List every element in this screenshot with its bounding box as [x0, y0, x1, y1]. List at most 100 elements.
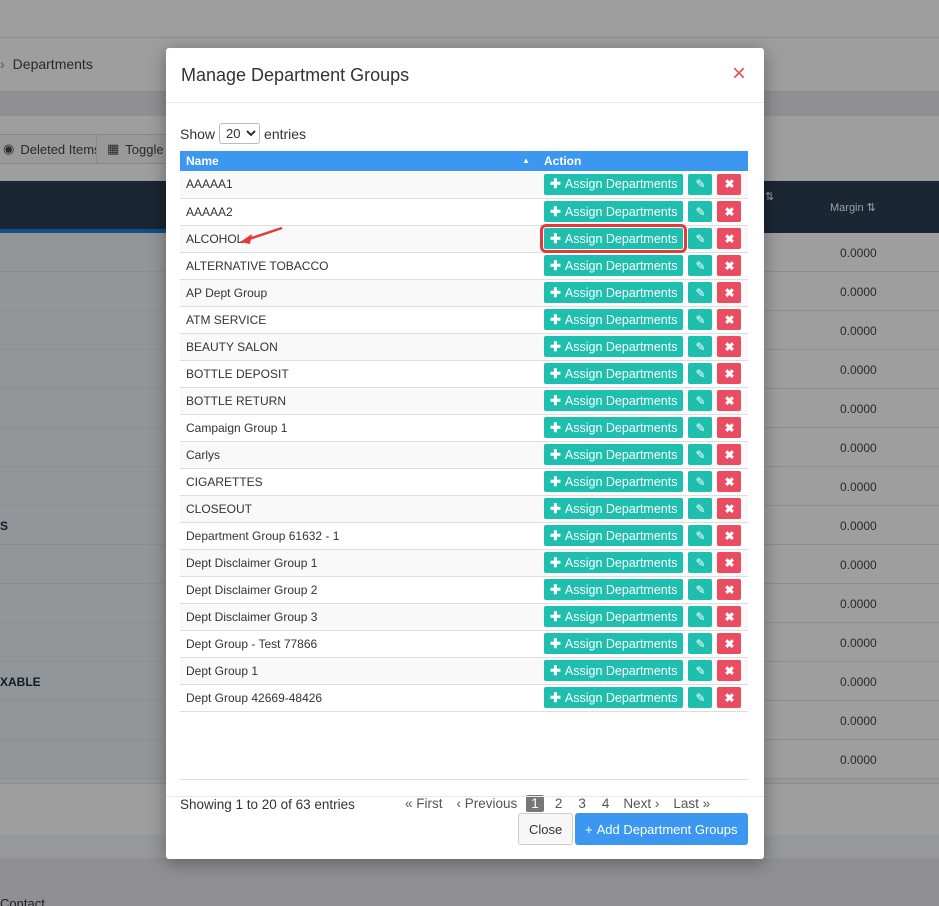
- edit-button[interactable]: ✎: [688, 498, 713, 519]
- assign-departments-button[interactable]: ✚ Assign Departments: [539, 224, 688, 253]
- group-name: AP Dept Group: [180, 279, 538, 307]
- delete-button[interactable]: ✖: [717, 579, 742, 600]
- edit-button[interactable]: ✎: [688, 633, 713, 654]
- x-icon: ✖: [724, 420, 735, 435]
- group-name: AAAAA2: [180, 198, 538, 226]
- edit-button[interactable]: ✎: [688, 309, 713, 330]
- delete-button[interactable]: ✖: [717, 390, 742, 411]
- row-actions: ✚ Assign Departments ✎ ✖: [538, 495, 748, 523]
- delete-button[interactable]: ✖: [717, 552, 742, 573]
- assign-departments-button[interactable]: ✚ Assign Departments: [544, 282, 684, 303]
- edit-button[interactable]: ✎: [688, 363, 713, 384]
- assign-departments-button[interactable]: ✚ Assign Departments: [544, 660, 684, 681]
- assign-departments-button[interactable]: ✚ Assign Departments: [544, 606, 684, 627]
- edit-button[interactable]: ✎: [688, 552, 713, 573]
- row-actions: ✚ Assign Departments ✎ ✖: [538, 468, 748, 496]
- delete-button[interactable]: ✖: [717, 363, 742, 384]
- edit-button[interactable]: ✎: [688, 471, 713, 492]
- table-divider: [180, 779, 748, 780]
- add-department-groups-button[interactable]: + Add Department Groups: [575, 813, 748, 845]
- plus-icon: ✚: [550, 365, 561, 381]
- edit-button[interactable]: ✎: [688, 660, 713, 681]
- assign-departments-button[interactable]: ✚ Assign Departments: [544, 579, 684, 600]
- pencil-icon: ✎: [695, 582, 706, 597]
- delete-button[interactable]: ✖: [717, 336, 742, 357]
- assign-departments-button[interactable]: ✚ Assign Departments: [544, 525, 684, 546]
- group-name: CIGARETTES: [180, 468, 538, 496]
- delete-button[interactable]: ✖: [717, 660, 742, 681]
- table-row: ATM SERVICE ✚ Assign Departments ✎ ✖: [180, 306, 748, 334]
- pencil-icon: ✎: [695, 177, 706, 192]
- assign-departments-button[interactable]: ✚ Assign Departments: [544, 633, 684, 654]
- x-icon: ✖: [724, 393, 735, 408]
- close-button[interactable]: Close: [518, 813, 574, 845]
- delete-button[interactable]: ✖: [717, 417, 742, 438]
- entries-select[interactable]: 20: [219, 123, 261, 144]
- assign-departments-button[interactable]: ✚ Assign Departments: [544, 390, 684, 411]
- row-actions: ✚ Assign Departments ✎ ✖: [538, 306, 748, 334]
- assign-departments-button[interactable]: ✚ Assign Departments: [544, 201, 684, 222]
- edit-button[interactable]: ✎: [688, 390, 713, 411]
- assign-departments-button[interactable]: ✚ Assign Departments: [544, 498, 684, 519]
- delete-button[interactable]: ✖: [717, 309, 742, 330]
- assign-departments-button[interactable]: ✚ Assign Departments: [544, 417, 684, 438]
- group-name: Carlys: [180, 441, 538, 469]
- assign-departments-button[interactable]: ✚ Assign Departments: [544, 309, 684, 330]
- delete-button[interactable]: ✖: [717, 606, 742, 627]
- assign-departments-button[interactable]: ✚ Assign Departments: [544, 336, 684, 357]
- assign-departments-button[interactable]: ✚ Assign Departments: [544, 173, 684, 195]
- delete-button[interactable]: ✖: [717, 282, 742, 303]
- edit-button[interactable]: ✎: [688, 525, 713, 546]
- assign-departments-button[interactable]: ✚ Assign Departments: [544, 687, 684, 708]
- group-name: Dept Disclaimer Group 1: [180, 549, 538, 577]
- delete-button[interactable]: ✖: [717, 201, 742, 222]
- assign-departments-button[interactable]: ✚ Assign Departments: [544, 444, 684, 465]
- close-icon[interactable]: ×: [732, 61, 746, 87]
- delete-button[interactable]: ✖: [717, 173, 742, 195]
- pencil-icon: ✎: [695, 204, 706, 219]
- delete-button[interactable]: ✖: [717, 687, 742, 708]
- edit-button[interactable]: ✎: [688, 201, 713, 222]
- assign-departments-button[interactable]: ✚ Assign Departments: [544, 363, 684, 384]
- row-actions: ✚ Assign Departments ✎ ✖: [538, 549, 748, 577]
- edit-button[interactable]: ✎: [688, 282, 713, 303]
- name-column-header[interactable]: Name ▲: [180, 151, 538, 171]
- plus-icon: ✚: [550, 500, 561, 516]
- table-row: AAAAA1 ✚ Assign Departments ✎ ✖: [180, 171, 748, 199]
- x-icon: ✖: [724, 339, 735, 354]
- assign-departments-button[interactable]: ✚ Assign Departments: [544, 552, 684, 573]
- row-actions: ✚ Assign Departments ✎ ✖: [538, 657, 748, 685]
- x-icon: ✖: [724, 258, 735, 273]
- row-actions: ✚ Assign Departments ✎ ✖: [538, 252, 748, 280]
- assign-departments-button[interactable]: ✚ Assign Departments: [544, 255, 684, 276]
- table-row: Dept Group - Test 77866 ✚ Assign Departmen…: [180, 630, 748, 658]
- row-actions: ✚ Assign Departments ✎ ✖: [538, 360, 748, 388]
- x-icon: ✖: [724, 663, 735, 678]
- group-name: Dept Disclaimer Group 2: [180, 576, 538, 604]
- edit-button[interactable]: ✎: [688, 606, 713, 627]
- manage-department-groups-modal: Manage Department Groups × Show 20 entri…: [166, 48, 764, 859]
- group-name: Campaign Group 1: [180, 414, 538, 442]
- pencil-icon: ✎: [695, 285, 706, 300]
- edit-button[interactable]: ✎: [688, 255, 713, 276]
- edit-button[interactable]: ✎: [688, 336, 713, 357]
- edit-button[interactable]: ✎: [688, 173, 713, 195]
- delete-button[interactable]: ✖: [717, 255, 742, 276]
- edit-button[interactable]: ✎: [688, 417, 713, 438]
- table-row: Campaign Group 1 ✚ Assign Departments ✎ ✖: [180, 414, 748, 442]
- delete-button[interactable]: ✖: [717, 228, 742, 249]
- edit-button[interactable]: ✎: [688, 444, 713, 465]
- assign-departments-button[interactable]: ✚ Assign Departments: [544, 471, 684, 492]
- delete-button[interactable]: ✖: [717, 525, 742, 546]
- delete-button[interactable]: ✖: [717, 498, 742, 519]
- edit-button[interactable]: ✎: [688, 228, 713, 249]
- x-icon: ✖: [724, 447, 735, 462]
- pencil-icon: ✎: [695, 474, 706, 489]
- delete-button[interactable]: ✖: [717, 471, 742, 492]
- edit-button[interactable]: ✎: [688, 687, 713, 708]
- delete-button[interactable]: ✖: [717, 633, 742, 654]
- delete-button[interactable]: ✖: [717, 444, 742, 465]
- edit-button[interactable]: ✎: [688, 579, 713, 600]
- plus-icon: ✚: [550, 446, 561, 462]
- pencil-icon: ✎: [695, 555, 706, 570]
